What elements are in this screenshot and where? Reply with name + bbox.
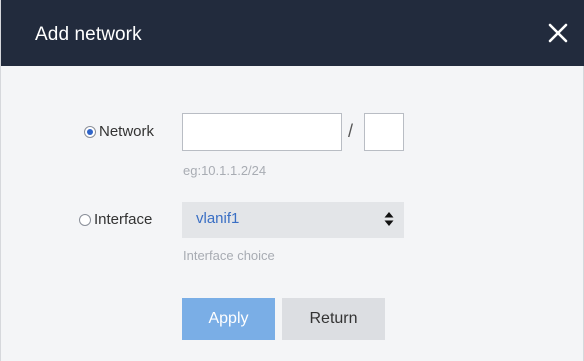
network-radio-option[interactable]: Network: [84, 123, 154, 140]
interface-select-value: vlanif1: [196, 210, 240, 227]
network-radio[interactable]: [84, 125, 96, 138]
dialog-titlebar: Add network: [1, 0, 584, 66]
interface-radio-option[interactable]: Interface: [79, 211, 152, 228]
return-button[interactable]: Return: [282, 298, 385, 340]
interface-radio[interactable]: [79, 213, 91, 226]
interface-hint: Interface choice: [183, 248, 275, 263]
prefix-separator: /: [348, 121, 354, 141]
network-address-input[interactable]: [182, 113, 342, 151]
add-network-dialog: Add network Network / eg:10.1.1.2/24 Int…: [0, 0, 584, 361]
network-hint: eg:10.1.1.2/24: [183, 163, 267, 178]
network-prefix-input[interactable]: [364, 113, 404, 151]
network-label: Network: [99, 123, 155, 140]
interface-label: Interface: [94, 211, 153, 228]
apply-button[interactable]: Apply: [182, 298, 275, 340]
interface-select[interactable]: vlanif1: [182, 202, 404, 238]
sort-arrows-icon: [384, 211, 394, 232]
dialog-title: Add network: [35, 24, 142, 45]
close-icon[interactable]: [547, 22, 569, 44]
